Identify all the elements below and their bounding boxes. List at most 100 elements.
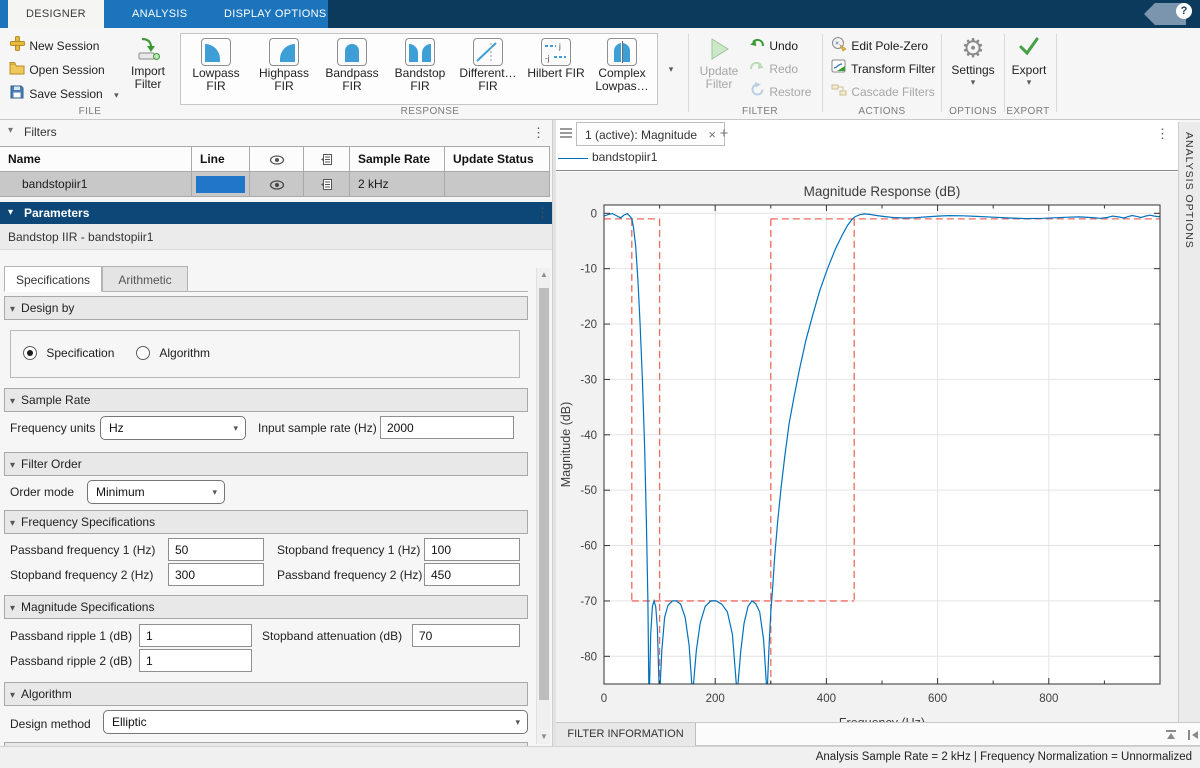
col-annotation[interactable] <box>304 147 350 172</box>
frequency-specs-section-header[interactable]: ▾Frequency Specifications <box>4 510 528 534</box>
tab-analysis[interactable]: ANALYSIS <box>114 0 205 28</box>
filters-table-header: Name Line Sample Rate Update Status <box>0 147 550 172</box>
stopband-freq1-field[interactable] <box>424 538 520 561</box>
save-session-dropdown-icon[interactable]: ▾ <box>114 90 119 100</box>
display-menu-icon[interactable]: ⋮ <box>1156 126 1169 142</box>
parameters-scrollbar[interactable]: ▲ ▼ <box>536 268 550 744</box>
gallery-item-differentiator-fir[interactable]: Different…FIR <box>455 36 521 102</box>
magnitude-specs-section-header[interactable]: ▾Magnitude Specifications <box>4 595 528 619</box>
gallery-item-complex-lowpass[interactable]: ComplexLowpas… <box>589 36 655 102</box>
transform-filter-button[interactable]: Transform Filter <box>830 59 935 79</box>
col-visibility[interactable] <box>250 147 304 172</box>
col-line[interactable]: Line <box>192 147 250 172</box>
passband-ripple2-label: Passband ripple 2 (dB) <box>10 649 132 673</box>
algorithm-section-header[interactable]: ▾Algorithm <box>4 682 528 706</box>
radio-algorithm-circle[interactable] <box>136 346 150 360</box>
filter-annotation-cell[interactable] <box>304 172 350 197</box>
radio-specification-circle[interactable] <box>23 346 37 360</box>
passband-freq1-field[interactable] <box>168 538 264 561</box>
redo-button[interactable]: Redo <box>748 59 798 79</box>
gallery-item-bandpass-fir[interactable]: BandpassFIR <box>319 36 385 102</box>
gear-icon: ⚙ <box>945 33 1001 63</box>
legend-label[interactable]: bandstopiir1 <box>592 150 657 164</box>
parameters-collapse-icon[interactable]: ▾ <box>8 202 13 224</box>
filter-information-tab[interactable]: FILTER INFORMATION <box>556 723 696 746</box>
export-button[interactable]: Export ▾ <box>1006 33 1052 88</box>
stopband-attenuation-field[interactable] <box>412 624 520 647</box>
filter-name-cell[interactable]: bandstopiir1 <box>0 172 192 197</box>
col-update-status[interactable]: Update Status <box>445 147 550 172</box>
tab-display-options[interactable]: DISPLAY OPTIONS <box>206 0 345 28</box>
design-by-section-header[interactable]: ▾Design by <box>4 296 528 320</box>
import-filter-button[interactable]: ImportFilter <box>122 36 174 91</box>
order-mode-dropdown[interactable]: Minimum ▾ <box>87 480 225 504</box>
tab-arithmetic[interactable]: Arithmetic <box>102 266 188 292</box>
line-color-swatch[interactable] <box>196 176 245 193</box>
tab-specifications[interactable]: Specifications <box>4 266 102 292</box>
filter-order-section-header[interactable]: ▾Filter Order <box>4 452 528 476</box>
stopband-freq2-field[interactable] <box>168 563 264 586</box>
settings-button[interactable]: ⚙ Settings ▾ <box>945 33 1001 88</box>
gallery-item-highpass-fir[interactable]: HighpassFIR <box>251 36 317 102</box>
gallery-expand-button[interactable]: ▾ <box>662 56 680 80</box>
cascade-filters-button[interactable]: Cascade Filters <box>830 82 935 102</box>
passband-ripple1-label: Passband ripple 1 (dB) <box>10 624 132 648</box>
import-filter-icon <box>135 51 161 65</box>
filter-update-status-cell <box>445 172 550 197</box>
gallery-item-hilbert-fir[interactable]: j-j Hilbert FIR <box>523 36 589 102</box>
eye-icon[interactable] <box>269 179 285 191</box>
settings-dropdown-icon: ▾ <box>945 77 1001 88</box>
filters-collapse-icon[interactable]: ▾ <box>8 125 13 136</box>
parameters-panel-header: ▾ Parameters ⋮ <box>0 202 552 224</box>
filter-line-cell[interactable] <box>192 172 250 197</box>
radio-specification[interactable]: Specification <box>23 346 114 360</box>
tab-designer[interactable]: DESIGNER <box>8 0 104 28</box>
edit-pole-zero-button[interactable]: × Edit Pole-Zero <box>830 36 928 56</box>
gallery-item-lowpass-fir[interactable]: LowpassFIR <box>183 36 249 102</box>
add-display-tab-button[interactable]: + <box>714 124 734 144</box>
frequency-units-dropdown[interactable]: Hz ▾ <box>100 416 246 440</box>
export-dropdown-icon: ▾ <box>1006 77 1052 88</box>
radio-algorithm[interactable]: Algorithm <box>136 346 210 360</box>
filter-row-bandstopiir1[interactable]: bandstopiir1 2 kHz <box>0 172 550 197</box>
design-method-dropdown[interactable]: Elliptic ▾ <box>103 710 528 734</box>
passband-ripple1-field[interactable] <box>139 624 252 647</box>
dock-filter-information-icon[interactable] <box>1186 728 1200 742</box>
save-session-button[interactable]: Save Session ▾ <box>8 84 119 104</box>
display-tab-bar: 1 (active): Magnitude × + ⋮ <box>556 122 1178 146</box>
input-sample-rate-field[interactable] <box>380 416 514 439</box>
help-icon[interactable]: ? <box>1176 3 1192 19</box>
analysis-options-strip[interactable]: ANALYSIS OPTIONS <box>1178 122 1200 722</box>
svg-text:-j: -j <box>545 54 550 63</box>
annotation-icon <box>320 153 333 166</box>
dropdown-arrow-icon: ▾ <box>233 417 238 439</box>
passband-freq2-field[interactable] <box>424 563 520 586</box>
plot-legend: bandstopiir1 <box>556 146 1178 171</box>
magnitude-response-chart[interactable]: 02004006008000-10-20-30-40-50-60-70-80Ma… <box>556 172 1178 722</box>
annotation-icon[interactable] <box>320 178 333 191</box>
analysis-options-label[interactable]: ANALYSIS OPTIONS <box>1183 132 1195 249</box>
gallery-item-bandstop-fir[interactable]: BandstopFIR <box>387 36 453 102</box>
undo-button[interactable]: Undo <box>748 36 798 56</box>
col-name[interactable]: Name <box>0 147 192 172</box>
collapse-triangle-icon: ▾ <box>10 690 15 701</box>
col-sample-rate[interactable]: Sample Rate <box>350 147 445 172</box>
display-tab-magnitude[interactable]: 1 (active): Magnitude × <box>576 122 725 146</box>
tab-grip-icon[interactable] <box>560 128 572 140</box>
scroll-up-icon[interactable]: ▲ <box>537 268 551 282</box>
sample-rate-section-header[interactable]: ▾Sample Rate <box>4 388 528 412</box>
restore-button[interactable]: Restore <box>748 82 811 102</box>
svg-text:-40: -40 <box>580 430 597 442</box>
passband-ripple2-field[interactable] <box>139 649 252 672</box>
filter-information-bar: FILTER INFORMATION <box>556 722 1200 746</box>
expand-filter-information-icon[interactable] <box>1164 728 1178 742</box>
scroll-down-icon[interactable]: ▼ <box>537 730 551 744</box>
new-session-button[interactable]: New Session <box>8 36 99 56</box>
stopband-freq1-label: Stopband frequency 1 (Hz) <box>277 538 420 562</box>
filter-visibility-cell[interactable] <box>250 172 304 197</box>
parameters-menu-icon[interactable]: ⋮ <box>536 202 549 224</box>
scrollbar-thumb[interactable] <box>539 288 549 700</box>
open-session-button[interactable]: Open Session <box>8 60 105 80</box>
filters-menu-icon[interactable]: ⋮ <box>532 125 545 141</box>
update-filter-button[interactable]: UpdateFilter <box>696 36 742 91</box>
